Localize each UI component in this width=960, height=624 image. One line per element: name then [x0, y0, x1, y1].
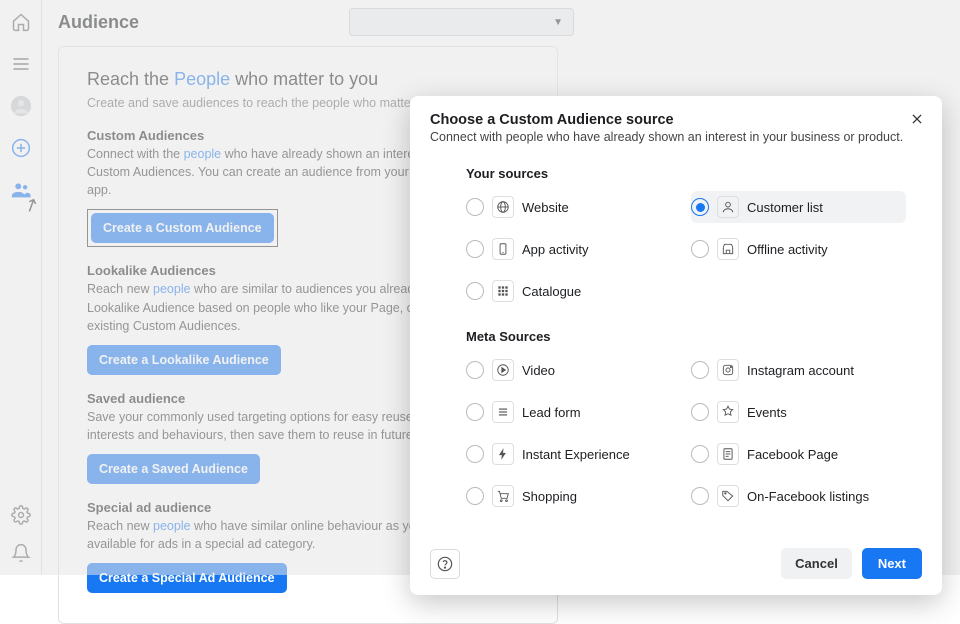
source-label: Lead form	[522, 405, 581, 420]
profile-icon[interactable]	[9, 94, 33, 118]
home-icon[interactable]	[9, 10, 33, 34]
your-sources-label: Your sources	[466, 166, 922, 181]
source-option[interactable]: Website	[466, 191, 681, 223]
page-header: Audience ▼	[42, 0, 960, 46]
create-lookalike-button[interactable]: Create a Lookalike Audience	[87, 345, 281, 375]
person-icon	[717, 196, 739, 218]
source-label: Catalogue	[522, 284, 581, 299]
people-link[interactable]: people	[184, 147, 222, 161]
radio-icon	[466, 403, 484, 421]
list-icon	[492, 401, 514, 423]
chevron-down-icon: ▼	[553, 17, 563, 28]
radio-icon	[466, 445, 484, 463]
meta-sources-grid: Video Instagram account Lead form Events Ins…	[466, 354, 906, 512]
source-label: Shopping	[522, 489, 577, 504]
page-icon	[717, 443, 739, 465]
modal-subtitle: Connect with people who have already sho…	[430, 130, 922, 144]
source-option[interactable]: On-Facebook listings	[691, 480, 906, 512]
help-button[interactable]	[430, 549, 460, 579]
people-link[interactable]: People	[174, 69, 230, 89]
create-saved-button[interactable]: Create a Saved Audience	[87, 454, 260, 484]
people-link[interactable]: people	[153, 282, 191, 296]
radio-icon	[691, 403, 709, 421]
cart-icon	[492, 485, 514, 507]
source-option[interactable]: Video	[466, 354, 681, 386]
source-label: On-Facebook listings	[747, 489, 869, 504]
radio-icon	[466, 361, 484, 379]
source-label: App activity	[522, 242, 588, 257]
bolt-icon	[492, 443, 514, 465]
your-sources-grid: Website Customer list App activity Offline …	[466, 191, 906, 307]
radio-icon	[691, 240, 709, 258]
account-selector[interactable]: ▼	[349, 8, 574, 36]
radio-icon	[466, 240, 484, 258]
source-option[interactable]: Events	[691, 396, 906, 428]
source-option[interactable]: App activity	[466, 233, 681, 265]
add-icon[interactable]	[9, 136, 33, 160]
cancel-button[interactable]: Cancel	[781, 548, 852, 579]
source-option[interactable]: Facebook Page	[691, 438, 906, 470]
instagram-icon	[717, 359, 739, 381]
create-special-button[interactable]: Create a Special Ad Audience	[87, 563, 287, 593]
next-button[interactable]: Next	[862, 548, 922, 579]
highlight-frame: Create a Custom Audience	[87, 209, 278, 247]
source-option[interactable]: Lead form	[466, 396, 681, 428]
custom-audience-source-modal: Choose a Custom Audience source Connect …	[410, 96, 942, 595]
meta-sources-label: Meta Sources	[466, 329, 922, 344]
radio-icon	[466, 198, 484, 216]
close-button[interactable]	[906, 108, 928, 130]
modal-title: Choose a Custom Audience source	[430, 112, 922, 128]
people-link[interactable]: people	[153, 519, 191, 533]
globe-icon	[492, 196, 514, 218]
source-label: Facebook Page	[747, 447, 838, 462]
notifications-icon[interactable]	[9, 541, 33, 565]
radio-icon	[691, 445, 709, 463]
radio-icon	[691, 361, 709, 379]
headline: Reach the People who matter to you	[87, 69, 529, 90]
radio-icon	[691, 198, 709, 216]
menu-icon[interactable]	[9, 52, 33, 76]
source-label: Website	[522, 200, 569, 215]
source-option[interactable]: Instant Experience	[466, 438, 681, 470]
store-icon	[717, 238, 739, 260]
source-option[interactable]: Offline activity	[691, 233, 906, 265]
grid-icon	[492, 280, 514, 302]
source-option[interactable]: Instagram account	[691, 354, 906, 386]
radio-icon	[466, 487, 484, 505]
play-icon	[492, 359, 514, 381]
left-nav-rail	[0, 0, 42, 575]
radio-icon	[466, 282, 484, 300]
source-option[interactable]: Customer list	[691, 191, 906, 223]
tag-icon	[717, 485, 739, 507]
source-label: Instant Experience	[522, 447, 630, 462]
radio-icon	[691, 487, 709, 505]
source-label: Video	[522, 363, 555, 378]
phone-icon	[492, 238, 514, 260]
source-label: Events	[747, 405, 787, 420]
page-title: Audience	[58, 12, 139, 33]
source-option[interactable]: Shopping	[466, 480, 681, 512]
settings-icon[interactable]	[9, 503, 33, 527]
ticket-icon	[717, 401, 739, 423]
source-label: Offline activity	[747, 242, 828, 257]
people-link[interactable]: people	[312, 96, 350, 110]
source-label: Instagram account	[747, 363, 854, 378]
source-label: Customer list	[747, 200, 823, 215]
source-option[interactable]: Catalogue	[466, 275, 681, 307]
create-custom-audience-button[interactable]: Create a Custom Audience	[91, 213, 274, 243]
